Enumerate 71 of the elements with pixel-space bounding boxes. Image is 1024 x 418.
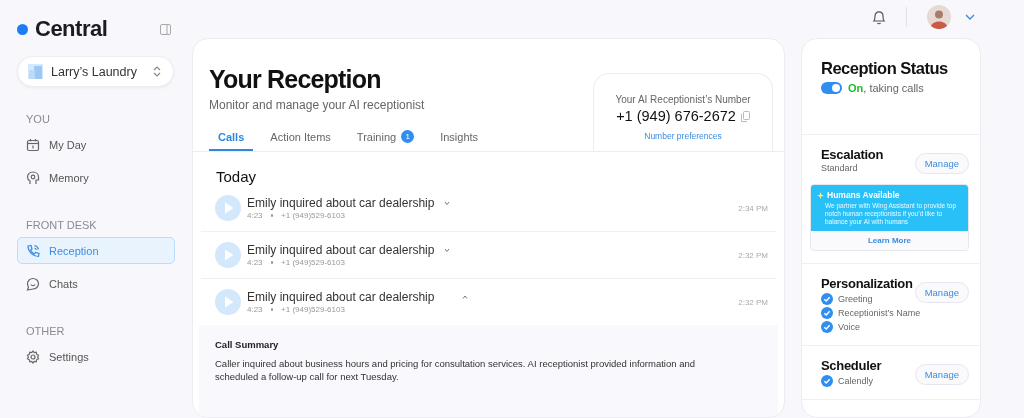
section-heading: YOU — [26, 113, 51, 125]
brand-logo: Central — [35, 16, 108, 42]
summary-title: Call Summary — [215, 339, 280, 350]
tab[interactable]: Action Items — [261, 127, 340, 151]
section-title: Escalation — [821, 147, 885, 162]
nav-item[interactable]: Reception — [17, 237, 175, 264]
separator-dot — [270, 308, 274, 311]
call-time: 2:32 PM — [738, 250, 768, 260]
page-subtitle: Monitor and manage your AI receptionist — [209, 98, 426, 112]
summary-text: Caller inquired about business hours and pricing for consultation services. AI receptionist provided information and scheduled a follow-up call for next Tuesday. — [215, 358, 697, 384]
building-icon — [28, 64, 43, 79]
group-heading: Today — [216, 168, 258, 185]
updown-chevron-icon — [153, 66, 161, 77]
nav-item[interactable]: Settings — [17, 343, 175, 370]
settings-icon — [26, 349, 40, 364]
logo-dot-icon — [17, 23, 28, 35]
nav-item[interactable]: Memory — [17, 164, 175, 191]
call-time: 2:34 PM — [738, 203, 768, 213]
section-title: Personalization — [821, 276, 914, 292]
number-label: Your AI Receptionist’s Number — [615, 94, 751, 105]
section-title: Scheduler — [821, 358, 883, 374]
feature-label: Calendly — [838, 376, 874, 387]
call-time: 2:32 PM — [738, 297, 768, 307]
head-icon — [26, 170, 40, 185]
tab[interactable]: Training 1 — [347, 127, 424, 151]
chevron-down-icon[interactable] — [965, 14, 975, 20]
promo-title: Humans Available — [827, 190, 900, 200]
call-duration: 4:23 — [247, 211, 263, 220]
call-duration: 4:23 — [247, 258, 263, 267]
feature-label: Receptionist’s Name — [838, 308, 921, 319]
phone-number: +1 (949) 676-2672 — [616, 108, 736, 124]
page-title: Your Reception — [209, 65, 382, 94]
count-badge: 1 — [401, 130, 415, 143]
user-avatar[interactable] — [927, 5, 951, 29]
copy-icon[interactable] — [740, 110, 750, 122]
notification-bell-icon[interactable] — [872, 9, 886, 25]
call-duration: 4:23 — [247, 305, 263, 314]
chevron-icon[interactable] — [444, 248, 451, 252]
separator-dot — [270, 214, 274, 217]
learn-more-link[interactable]: Learn More — [811, 231, 968, 251]
phone-icon — [26, 243, 40, 258]
section-heading: OTHER — [26, 325, 66, 337]
section-value: Standard — [821, 163, 859, 173]
nav-item[interactable]: Chats — [17, 270, 175, 297]
manage-button[interactable]: Manage — [914, 282, 969, 304]
chat-bubble-icon — [26, 276, 40, 291]
call-title[interactable]: Emily inquired about car dealership — [247, 290, 435, 304]
call-title[interactable]: Emily inquired about car dealership — [247, 196, 435, 210]
number-preferences-link[interactable]: Number preferences — [644, 131, 722, 141]
manage-button[interactable]: Manage — [914, 364, 969, 386]
call-title[interactable]: Emily inquired about car dealership — [247, 243, 435, 257]
caller-number: +1 (949)529-6103 — [281, 211, 345, 220]
status-text: On, taking calls — [848, 82, 924, 94]
separator-dot — [270, 261, 274, 264]
panel-title: Reception Status — [821, 59, 949, 78]
calendar-icon — [26, 137, 40, 152]
sidebar-toggle-icon[interactable] — [160, 23, 171, 35]
workspace-selector[interactable]: Larry’s Laundry — [17, 56, 174, 87]
nav-item[interactable]: My Day — [17, 131, 175, 158]
feature-label: Greeting — [838, 294, 873, 305]
chevron-icon[interactable] — [444, 201, 451, 205]
toggle-switch[interactable] — [821, 82, 842, 94]
tab[interactable]: Calls — [209, 127, 254, 151]
sparkle-icon — [817, 191, 824, 199]
tab[interactable]: Insights — [431, 127, 488, 151]
chevron-icon[interactable] — [462, 295, 469, 299]
caller-number: +1 (949)529-6103 — [281, 258, 345, 267]
feature-label: Voice — [838, 322, 861, 333]
section-heading: FRONT DESK — [26, 219, 98, 231]
manage-button[interactable]: Manage — [914, 153, 969, 174]
caller-number: +1 (949)529-6103 — [281, 305, 345, 314]
